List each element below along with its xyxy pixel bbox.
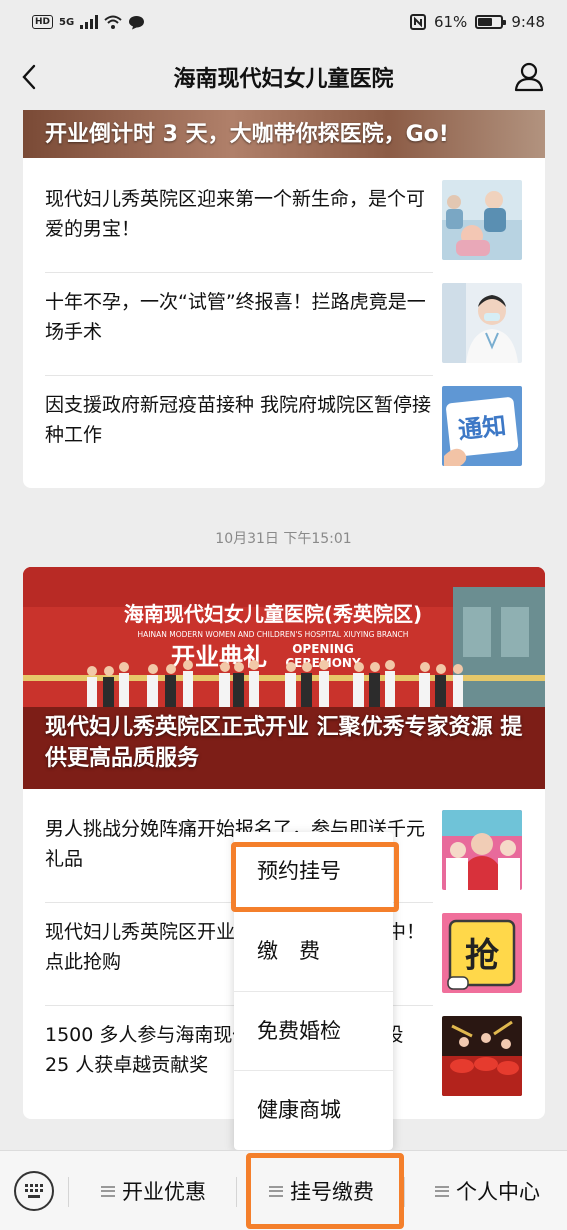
banner-article[interactable]: 开业倒计时 3 天，大咖带你探医院，Go! — [23, 110, 545, 158]
hero-article[interactable]: 海南现代妇女儿童医院(秀英院区) HAINAN MODERN WOMEN AND… — [23, 567, 545, 789]
menu-item-health-mall[interactable]: 健康商城 — [234, 1071, 393, 1150]
bottom-menu: 开业优惠 挂号缴费 个人中心 — [0, 1150, 567, 1230]
battery-icon — [475, 15, 507, 29]
page-title: 海南现代妇女儿童医院 — [173, 67, 394, 92]
article-title: 现代妇儿秀英院区迎来第一个新生命，是个可爱的男宝！ — [45, 188, 426, 240]
menu-lines-icon — [435, 1185, 449, 1197]
article-card: 开业倒计时 3 天，大咖带你探医院，Go! 现代妇儿秀英院区迎来第一个新生命，是… — [23, 110, 545, 488]
battery-percent: 61% — [433, 13, 468, 31]
hd-badge: HD — [32, 15, 54, 29]
drum-thumbnail — [442, 1016, 522, 1096]
nfc-icon — [409, 14, 426, 30]
menu-personal-center[interactable]: 个人中心 — [408, 1169, 567, 1213]
menu-lines-icon — [269, 1185, 283, 1197]
banner-title: 开业倒计时 3 天，大咖带你探医院，Go! — [45, 122, 449, 147]
menu-opening-offers[interactable]: 开业优惠 — [72, 1169, 235, 1213]
menu-label: 挂号缴费 — [290, 1180, 374, 1204]
menu-label: 个人中心 — [456, 1180, 540, 1204]
menu-item-payment[interactable]: 缴 费 — [234, 912, 393, 991]
menu-item-premarital-check[interactable]: 免费婚检 — [234, 992, 393, 1071]
article-title: 因支援政府新冠疫苗接种 我院府城院区暂停接种工作 — [45, 394, 432, 446]
grab-thumbnail: 抢 — [442, 913, 522, 993]
wifi-icon — [104, 15, 122, 29]
list-item[interactable]: 现代妇儿秀英院区迎来第一个新生命，是个可爱的男宝！ — [23, 170, 545, 273]
menu-item-appointment[interactable]: 预约挂号 — [234, 832, 393, 911]
divider — [236, 1177, 237, 1207]
menu-lines-icon — [101, 1185, 115, 1197]
list-item[interactable]: 因支援政府新冠疫苗接种 我院府城院区暂停接种工作 通知 — [23, 376, 545, 479]
hero-sign-opening: OPENING — [292, 642, 354, 656]
notice-thumbnail: 通知 — [442, 386, 522, 466]
signal-icon — [80, 15, 99, 29]
divider — [404, 1177, 405, 1207]
nav-bar: 海南现代妇女儿童医院 — [0, 44, 567, 110]
grab-thumb-text: 抢 — [465, 936, 500, 976]
notice-thumb-text: 通知 — [457, 412, 508, 445]
submenu-popup: 预约挂号 缴 费 免费婚检 健康商城 — [234, 832, 393, 1150]
menu-label: 开业优惠 — [122, 1180, 206, 1204]
menu-registration-payment[interactable]: 挂号缴费 — [240, 1169, 403, 1213]
status-bar: HD 5G 61% 9:48 — [0, 0, 567, 44]
event-thumbnail — [442, 810, 522, 890]
profile-icon[interactable] — [513, 60, 545, 92]
list-item[interactable]: 十年不孕，一次“试管”终报喜！拦路虎竟是一场手术 — [23, 273, 545, 376]
hero-sign-title: 海南现代妇女儿童医院(秀英院区) — [124, 602, 422, 626]
doctor-thumbnail — [442, 283, 522, 363]
timestamp: 10月31日 下午15:01 — [215, 531, 352, 547]
divider — [68, 1177, 69, 1207]
message-icon — [129, 15, 145, 29]
hero-sign-subtitle: HAINAN MODERN WOMEN AND CHILDREN'S HOSPI… — [138, 630, 409, 639]
network-label: 5G — [59, 16, 75, 28]
back-arrow-icon[interactable] — [16, 60, 46, 94]
hero-title: 现代妇儿秀英院区正式开业 汇聚优秀专家资源 提供更高品质服务 — [45, 715, 523, 771]
keyboard-icon[interactable] — [14, 1171, 54, 1211]
article-title: 十年不孕，一次“试管”终报喜！拦路虎竟是一场手术 — [45, 291, 426, 343]
newborn-thumbnail — [442, 180, 522, 260]
clock: 9:48 — [511, 13, 545, 31]
